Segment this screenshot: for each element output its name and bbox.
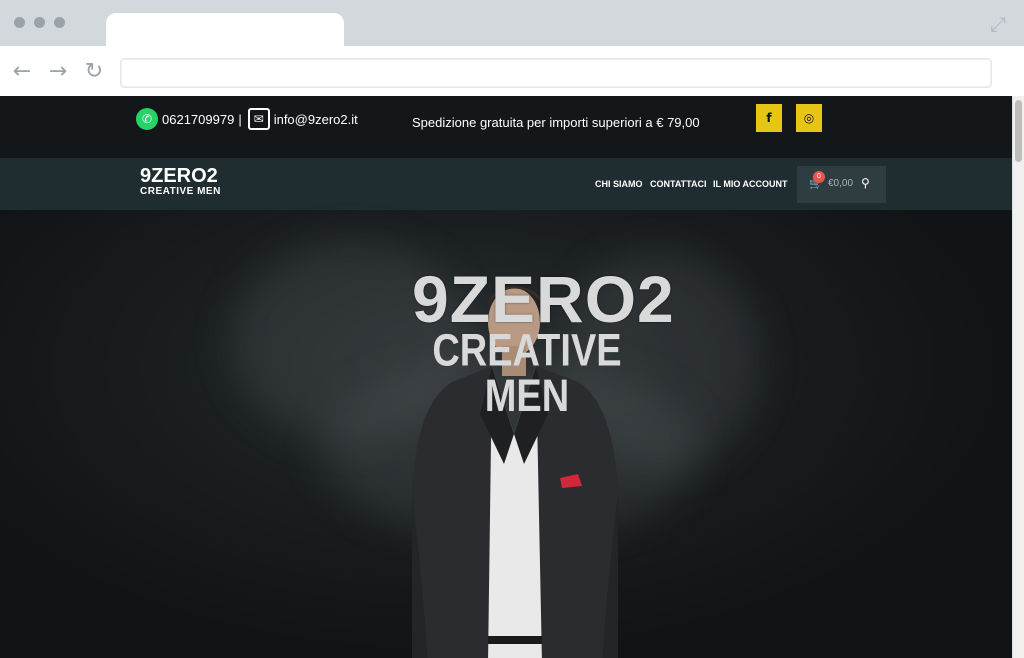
cart-count-badge: 0 bbox=[813, 171, 825, 183]
page-scrollbar[interactable] bbox=[1012, 96, 1024, 658]
hero-title-block: 9ZERO2 CREATIVE MEN bbox=[412, 262, 675, 420]
browser-tab[interactable] bbox=[106, 13, 344, 49]
contact-separator: | bbox=[238, 111, 242, 127]
window-controls bbox=[14, 17, 65, 28]
nav-chi-siamo[interactable]: CHI SIAMO bbox=[595, 179, 643, 189]
nav-contattaci[interactable]: CONTATTACI bbox=[650, 179, 707, 189]
hero-title: 9ZERO2 bbox=[412, 262, 675, 336]
shipping-notice: Spedizione gratuita per importi superior… bbox=[412, 115, 700, 130]
minimize-window-dot[interactable] bbox=[34, 17, 45, 28]
main-navbar: 9ZERO2 CREATIVE MEN CHI SIAMO CONTATTACI… bbox=[0, 158, 1012, 210]
logo-text: 9ZERO2 bbox=[140, 165, 218, 187]
instagram-icon[interactable]: ◎ bbox=[796, 104, 822, 132]
forward-arrow-icon[interactable]: → bbox=[44, 58, 72, 86]
close-window-dot[interactable] bbox=[14, 17, 25, 28]
web-page: ✆ 0621709979 | ✉ info@9zero2.it Spedizio… bbox=[0, 96, 1024, 658]
cart-widget[interactable]: 🛒 0 €0,00 ⚲ bbox=[797, 166, 886, 203]
whatsapp-icon[interactable]: ✆ bbox=[136, 108, 158, 130]
cart-total: €0,00 bbox=[828, 178, 854, 189]
hero-subtitle: CREATIVE MEN bbox=[432, 326, 622, 422]
maximize-window-dot[interactable] bbox=[54, 17, 65, 28]
contact-info: ✆ 0621709979 | ✉ info@9zero2.it bbox=[136, 108, 358, 130]
hero-banner: 9ZERO2 CREATIVE MEN bbox=[0, 210, 1012, 658]
phone-number[interactable]: 0621709979 bbox=[162, 112, 234, 127]
email-icon[interactable]: ✉ bbox=[247, 108, 270, 130]
address-bar[interactable] bbox=[120, 58, 992, 88]
search-icon[interactable]: ⚲ bbox=[861, 176, 870, 190]
nav-mio-account[interactable]: IL MIO ACCOUNT bbox=[713, 179, 788, 189]
reload-icon[interactable]: ↻ bbox=[80, 58, 108, 86]
scroll-thumb[interactable] bbox=[1015, 100, 1022, 162]
top-info-bar: ✆ 0621709979 | ✉ info@9zero2.it Spedizio… bbox=[0, 96, 1012, 158]
back-arrow-icon[interactable]: ← bbox=[8, 58, 36, 86]
logo-tagline: CREATIVE MEN bbox=[140, 186, 221, 197]
site-logo[interactable]: 9ZERO2 CREATIVE MEN bbox=[140, 166, 221, 197]
facebook-icon[interactable]: f bbox=[756, 104, 782, 132]
expand-icon[interactable]: ⤢ bbox=[986, 12, 1010, 36]
email-address[interactable]: info@9zero2.it bbox=[274, 112, 358, 127]
